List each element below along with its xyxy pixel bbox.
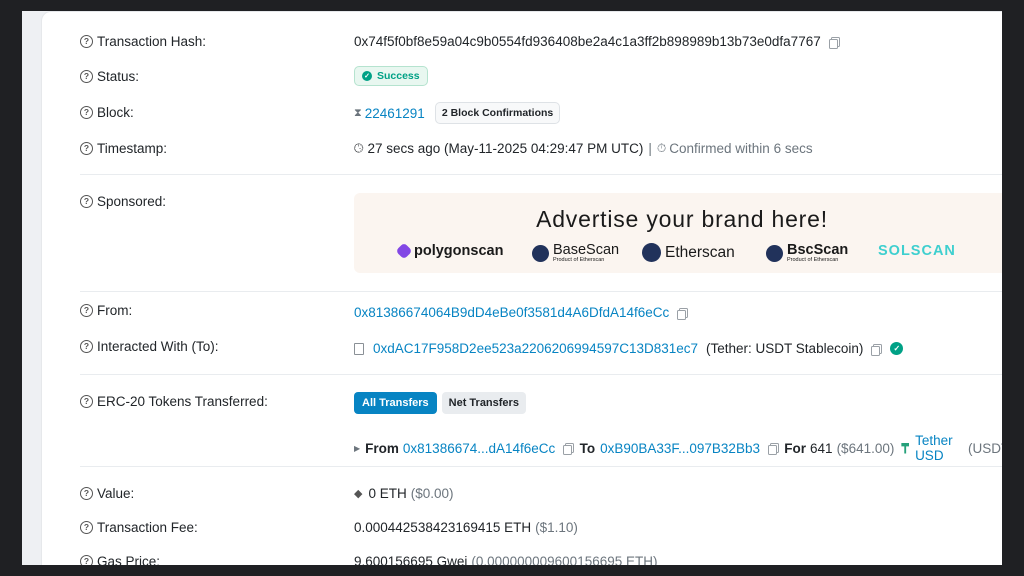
- tx-hash-label: ? Transaction Hash:: [80, 34, 206, 49]
- from-value: 0x81386674064B9dD4eBe0f3581d4A6DfdA14f6e…: [354, 305, 689, 320]
- contract-address-link[interactable]: 0xdAC17F958D2ee523a2206206994597C13D831e…: [373, 341, 698, 356]
- copy-icon[interactable]: [563, 443, 575, 455]
- tab-net-transfers[interactable]: Net Transfers: [441, 392, 526, 414]
- timestamp-label: ? Timestamp:: [80, 141, 167, 156]
- help-icon[interactable]: ?: [80, 487, 93, 500]
- divider: [80, 374, 1002, 375]
- transaction-fee-label: ? Transaction Fee:: [80, 520, 198, 535]
- gas-price-value: 9.600156695 Gwei (0.000000009600156695 E…: [354, 554, 658, 565]
- sponsored-banner[interactable]: Advertise your brand here! polygonscan B…: [354, 193, 1002, 273]
- contract-name: (Tether: USDT Stablecoin): [706, 341, 864, 356]
- brand-polygonscan: polygonscan: [395, 242, 503, 260]
- timestamp-value: 🕓︎ 27 secs ago (May-11-2025 04:29:47 PM …: [354, 141, 813, 156]
- brand-bscscan: BscScan Product of Etherscan: [766, 243, 848, 263]
- from-address-link[interactable]: 0x81386674064B9dD4eBe0f3581d4A6DfdA14f6e…: [354, 305, 669, 320]
- block-value: ⧗ 22461291 2 Block Confirmations: [354, 102, 561, 124]
- hourglass-icon: ⧗: [354, 106, 362, 119]
- contract-file-icon: [354, 342, 364, 355]
- value-amount: ◆ 0 ETH ($0.00): [354, 486, 454, 501]
- block-confirmations-badge: 2 Block Confirmations: [434, 102, 561, 124]
- transaction-fee-value: 0.000442538423169415 ETH ($1.10): [354, 520, 578, 535]
- status-badge: ✓ Success: [354, 66, 428, 86]
- verified-check-icon: ✓: [890, 342, 904, 355]
- token-name-link[interactable]: Tether USD: [915, 433, 964, 463]
- bscscan-logo-icon: [766, 244, 783, 262]
- copy-icon[interactable]: [767, 443, 780, 455]
- brand-solscan: SOLSCAN: [878, 243, 956, 259]
- ethereum-icon: ◆: [354, 488, 363, 500]
- clock-icon: 🕓︎: [354, 141, 364, 155]
- sponsored-label: ? Sponsored:: [80, 194, 166, 209]
- help-icon[interactable]: ?: [80, 395, 93, 408]
- ad-headline: Advertise your brand here!: [536, 206, 828, 232]
- help-icon[interactable]: ?: [80, 521, 93, 534]
- erc20-label: ? ERC-20 Tokens Transferred:: [80, 394, 268, 409]
- help-icon[interactable]: ?: [80, 304, 93, 317]
- transfer-from-link[interactable]: 0x81386674...dA14f6eCc: [403, 441, 555, 456]
- polygon-logo-icon: [395, 242, 413, 260]
- help-icon[interactable]: ?: [80, 195, 93, 208]
- help-icon[interactable]: ?: [80, 555, 93, 565]
- status-value: ✓ Success: [354, 66, 428, 86]
- copy-icon[interactable]: [871, 343, 883, 356]
- brand-etherscan: Etherscan: [642, 243, 735, 262]
- value-label: ? Value:: [80, 486, 134, 501]
- token-symbol: (USDT): [967, 440, 1002, 456]
- interacted-with-label: ? Interacted With (To):: [80, 339, 219, 354]
- status-label: ? Status:: [80, 69, 139, 84]
- tx-hash-text: 0x74f5f0bf8e59a04c9b0554fd936408be2a4c1a…: [354, 34, 821, 49]
- basescan-logo-icon: [532, 244, 549, 262]
- help-icon[interactable]: ?: [80, 142, 93, 155]
- brand-basescan: BaseScan Product of Etherscan: [532, 243, 619, 263]
- stopwatch-icon: ⏱︎: [656, 141, 667, 155]
- transfer-usd: ($641.00): [836, 440, 895, 456]
- transaction-details-card: ? Transaction Hash: 0x74f5f0bf8e59a04c9b…: [41, 11, 1002, 565]
- confirmed-within-text: Confirmed within 6 secs: [669, 141, 813, 156]
- block-number-link[interactable]: 22461291: [365, 106, 425, 121]
- erc20-tabs: All Transfers Net Transfers: [354, 392, 526, 414]
- etherscan-logo-icon: [642, 243, 661, 262]
- tab-all-transfers[interactable]: All Transfers: [354, 392, 437, 414]
- divider: [80, 174, 1002, 175]
- from-label: ? From:: [80, 303, 132, 318]
- help-icon[interactable]: ?: [80, 106, 93, 119]
- token-transfer-row: ▶ From 0x81386674...dA14f6eCc To 0xB90BA…: [354, 433, 1002, 463]
- help-icon[interactable]: ?: [80, 35, 93, 48]
- block-label: ? Block:: [80, 105, 134, 120]
- transfer-to-link[interactable]: 0xB90BA33F...097B32Bb3: [600, 441, 760, 456]
- transfer-amount: 641: [810, 440, 833, 456]
- gas-price-label: ? Gas Price:: [80, 554, 160, 565]
- divider: [80, 291, 1002, 292]
- check-circle-icon: ✓: [362, 71, 372, 81]
- copy-icon[interactable]: [677, 307, 689, 320]
- caret-right-icon[interactable]: ▶: [354, 444, 360, 453]
- divider: [80, 466, 1002, 467]
- copy-icon[interactable]: [828, 36, 840, 49]
- browser-viewport: ? Transaction Hash: 0x74f5f0bf8e59a04c9b…: [22, 11, 1002, 565]
- timestamp-separator: |: [648, 141, 652, 156]
- interacted-with-value: 0xdAC17F958D2ee523a2206206994597C13D831e…: [354, 341, 904, 356]
- tether-logo-icon: [901, 442, 910, 454]
- tx-hash-value: 0x74f5f0bf8e59a04c9b0554fd936408be2a4c1a…: [354, 34, 840, 49]
- help-icon[interactable]: ?: [80, 340, 93, 353]
- help-icon[interactable]: ?: [80, 70, 93, 83]
